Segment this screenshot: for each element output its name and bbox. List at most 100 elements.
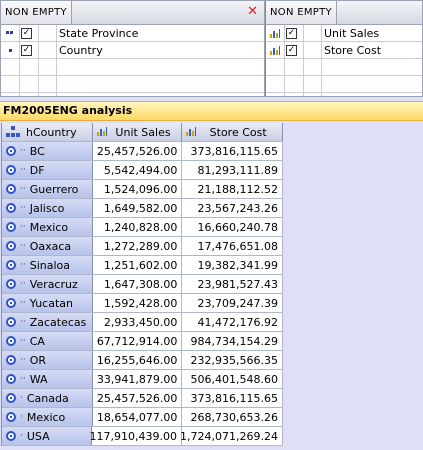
member-name: Veracruz: [29, 277, 78, 291]
row-member-header[interactable]: ·· Oaxaca: [2, 237, 93, 255]
measure-chart-icon: [266, 28, 284, 38]
unit-sales-cell: 67,712,914.00: [92, 332, 183, 350]
member-icon[interactable]: [6, 184, 16, 194]
unit-sales-cell: 2,933,450.00: [92, 313, 183, 331]
store-cost-cell: 21,188,112.52: [182, 180, 283, 198]
member-icon[interactable]: [6, 279, 16, 289]
columns-item-label: Store Cost: [324, 43, 382, 57]
row-member-header[interactable]: ·· Jalisco: [2, 199, 93, 217]
columns-empty-row: [266, 59, 422, 76]
member-icon[interactable]: [6, 146, 16, 156]
member-name: USA: [26, 429, 50, 443]
row-member-header[interactable]: · Canada: [2, 389, 93, 407]
member-icon[interactable]: [6, 165, 16, 175]
grid-header-row: hCountry Unit Sales Store Cost: [2, 123, 283, 142]
row-member-header[interactable]: ·· Yucatan: [2, 294, 93, 312]
row-member-header[interactable]: ·· Veracruz: [2, 275, 93, 293]
level-indicator: ·: [20, 412, 23, 422]
columns-panel-header: NON EMPTY: [266, 1, 422, 25]
row-member-header[interactable]: ·· BC: [2, 142, 93, 160]
row-member-header[interactable]: ·· Zacatecas: [2, 313, 93, 331]
member-name: Zacatecas: [29, 315, 87, 329]
country-checkbox[interactable]: ✓: [21, 44, 32, 56]
row-member-header[interactable]: ·· Mexico: [2, 218, 93, 236]
columns-item-label: Unit Sales: [324, 26, 380, 40]
columns-item-store-cost[interactable]: ✓ Store Cost: [266, 42, 422, 59]
member-icon[interactable]: [6, 241, 16, 251]
unit-sales-cell: 1,272,289.00: [92, 237, 183, 255]
table-row: · Mexico 18,654,077.00 268,730,653.26: [2, 408, 283, 427]
store-cost-cell: 1,724,071,269.24: [180, 427, 283, 445]
row-member-header[interactable]: ·· Guerrero: [2, 180, 93, 198]
member-name: Sinaloa: [29, 258, 71, 272]
member-name: DF: [29, 163, 45, 177]
table-row: ·· Mexico 1,240,828.00 16,660,240.78: [2, 218, 283, 237]
rows-item-label: Country: [59, 43, 103, 57]
store-cost-header-label: Store Cost: [209, 125, 267, 139]
level-indicator: ··: [20, 374, 26, 384]
unit-sales-cell: 1,649,582.00: [92, 199, 183, 217]
member-icon[interactable]: [6, 431, 16, 441]
member-icon[interactable]: [6, 260, 16, 270]
rows-non-empty-button[interactable]: NON EMPTY: [1, 1, 72, 24]
level-indicator: ··: [20, 260, 26, 270]
row-member-header[interactable]: ·· OR: [2, 351, 93, 369]
level-indicator: ··: [20, 279, 26, 289]
columns-item-unit-sales[interactable]: ✓ Unit Sales: [266, 25, 422, 42]
table-row: ·· Oaxaca 1,272,289.00 17,476,651.08: [2, 237, 283, 256]
unit-sales-checkbox[interactable]: ✓: [286, 27, 297, 39]
rows-panel: NON EMPTY ✕ ✓ State Province ✓ Country: [0, 0, 265, 97]
unit-sales-cell: 16,255,646.00: [92, 351, 183, 369]
member-icon[interactable]: [6, 222, 16, 232]
rows-empty-row: [1, 59, 264, 76]
close-icon[interactable]: ✕: [247, 5, 258, 19]
member-icon[interactable]: [6, 393, 16, 403]
level-indicator: ··: [20, 317, 26, 327]
row-member-header[interactable]: ·· DF: [2, 161, 93, 179]
rows-item-state-province[interactable]: ✓ State Province: [1, 25, 264, 42]
rows-item-country[interactable]: ✓ Country: [1, 42, 264, 59]
level-2-dots-icon: [1, 31, 19, 35]
member-icon[interactable]: [6, 298, 16, 308]
member-name: BC: [29, 144, 45, 158]
store-cost-cell: 232,935,566.35: [182, 351, 283, 369]
store-cost-checkbox[interactable]: ✓: [286, 44, 297, 56]
unit-sales-header[interactable]: Unit Sales: [92, 123, 183, 141]
state-province-checkbox[interactable]: ✓: [21, 27, 32, 39]
dimension-header[interactable]: hCountry: [2, 123, 93, 141]
store-cost-cell: 16,660,240.78: [182, 218, 283, 236]
table-row: ·· WA 33,941,879.00 506,401,548.60: [2, 370, 283, 389]
member-icon[interactable]: [6, 336, 16, 346]
table-row: ·· Sinaloa 1,251,602.00 19,382,341.99: [2, 256, 283, 275]
store-cost-header[interactable]: Store Cost: [182, 123, 283, 141]
row-member-header[interactable]: ·· CA: [2, 332, 93, 350]
dimension-header-label: hCountry: [26, 125, 77, 139]
unit-sales-cell: 1,251,602.00: [92, 256, 183, 274]
store-cost-cell: 81,293,111.89: [182, 161, 283, 179]
grid-body: ·· BC 25,457,526.00 373,816,115.65 ·· DF 5,542…: [2, 142, 283, 446]
analysis-title: FM2005ENG analysis: [0, 101, 423, 121]
member-name: Mexico: [29, 220, 69, 234]
row-member-header[interactable]: · Mexico: [2, 408, 93, 426]
row-member-header[interactable]: · USA: [2, 427, 92, 445]
level-indicator: ··: [20, 241, 26, 251]
row-member-header[interactable]: ·· Sinaloa: [2, 256, 93, 274]
level-indicator: ··: [20, 355, 26, 365]
unit-sales-cell: 1,592,428.00: [92, 294, 183, 312]
member-icon[interactable]: [6, 374, 16, 384]
columns-panel: NON EMPTY ✓ Unit Sales ✓ Store Cost: [265, 0, 423, 97]
member-name: Yucatan: [29, 296, 73, 310]
table-row: ·· DF 5,542,494.00 81,293,111.89: [2, 161, 283, 180]
level-indicator: ··: [20, 165, 26, 175]
member-icon[interactable]: [6, 317, 16, 327]
member-icon[interactable]: [6, 203, 16, 213]
columns-non-empty-button[interactable]: NON EMPTY: [266, 1, 337, 24]
member-icon[interactable]: [6, 355, 16, 365]
member-name: Mexico: [26, 410, 66, 424]
member-icon[interactable]: [6, 412, 16, 422]
row-member-header[interactable]: ·· WA: [2, 370, 93, 388]
level-indicator: ··: [20, 146, 26, 156]
level-indicator: ··: [20, 298, 26, 308]
store-cost-cell: 984,734,154.29: [182, 332, 283, 350]
unit-sales-cell: 25,457,526.00: [92, 389, 183, 407]
